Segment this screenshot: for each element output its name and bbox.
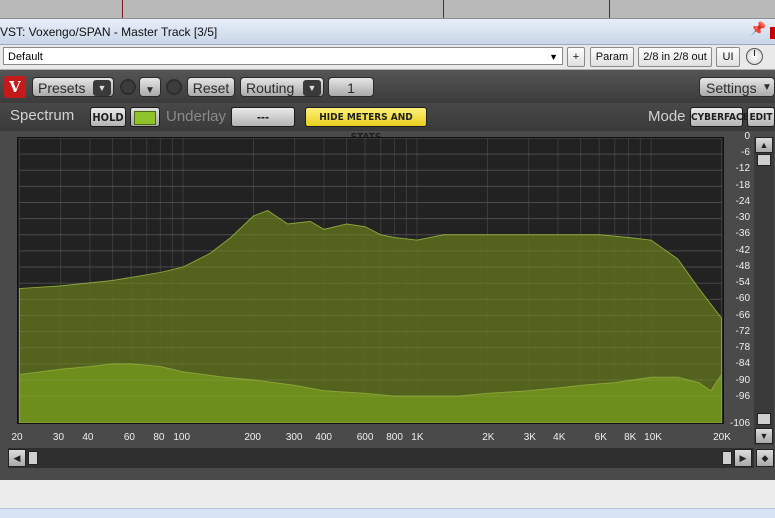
vertical-scrollbar[interactable]: ▲ ▼ <box>754 137 774 445</box>
ui-button[interactable]: UI <box>716 47 740 67</box>
y-tick-label: -106 <box>729 418 750 429</box>
window-titlebar: VST: Voxengo/SPAN - Master Track [3/5] 📌 <box>0 19 775 45</box>
x-tick-label: 20K <box>713 432 731 443</box>
hold-toggle[interactable] <box>130 107 160 127</box>
add-preset-button[interactable]: + <box>567 47 585 67</box>
y-tick-label: -78 <box>735 342 750 354</box>
y-tick-label: -54 <box>735 277 750 289</box>
scroll-down-icon[interactable]: ▼ <box>755 428 773 444</box>
y-tick-label: -84 <box>735 358 750 370</box>
x-tick-label: 300 <box>285 432 303 443</box>
routing-value[interactable]: 1 <box>328 77 374 97</box>
routing-label: Routing <box>246 80 295 96</box>
x-tick-label: 800 <box>386 432 403 443</box>
spectrum-plot[interactable] <box>17 137 724 424</box>
horizontal-scrollbar[interactable]: ◀ ▶ <box>8 448 754 468</box>
underlay-select[interactable]: --- <box>231 107 295 127</box>
y-tick-label: -30 <box>735 212 750 224</box>
x-tick-label: 1K <box>411 432 424 443</box>
x-tick-label: 4K <box>553 432 566 443</box>
spectrum-controls: Spectrum HOLD Underlay --- HIDE METERS A… <box>0 103 775 143</box>
x-tick-label: 600 <box>356 432 374 443</box>
spectrum-label: Spectrum <box>10 107 75 124</box>
presets-label: Presets <box>38 80 86 96</box>
voxengo-logo: V <box>4 76 26 98</box>
redo-icon[interactable] <box>166 79 182 95</box>
preset-select[interactable]: Default ▼ <box>3 47 563 65</box>
x-tick-label: 400 <box>315 432 332 443</box>
underlay-label: Underlay <box>166 108 227 125</box>
host-toolbar: Default ▼ + Param 2/8 in 2/8 out UI <box>0 45 775 70</box>
chevron-down-icon: ▼ <box>93 80 111 96</box>
scroll-up-icon[interactable]: ▲ <box>755 137 773 153</box>
y-tick-label: -48 <box>735 260 750 272</box>
y-tick-label: 0 <box>744 131 750 142</box>
reset-button[interactable]: Reset <box>187 77 235 97</box>
pin-icon[interactable]: 📌 <box>750 21 766 39</box>
scroll-left-icon[interactable]: ◀ <box>8 449 26 467</box>
wet-knob[interactable] <box>746 48 763 65</box>
scroll-thumb[interactable] <box>757 154 771 166</box>
y-tick-label: -18 <box>735 179 750 191</box>
hide-meters-button[interactable]: HIDE METERS AND STATS <box>305 107 427 143</box>
x-tick-label: 2K <box>482 432 495 443</box>
scroll-thumb[interactable] <box>757 413 771 425</box>
routing-button[interactable]: Routing ▼ <box>240 77 324 97</box>
x-tick-label: 40 <box>82 432 94 443</box>
plugin-toolbar: Presets ▼ ▼ Reset Routing ▼ 1 Settings ▼ <box>0 70 775 103</box>
chevron-down-icon: ▼ <box>303 80 321 96</box>
hold-indicator <box>134 111 156 125</box>
settings-label: Settings <box>706 80 757 96</box>
y-tick-label: -36 <box>735 228 750 240</box>
close-icon[interactable] <box>770 27 775 39</box>
mode-label: Mode <box>648 108 686 125</box>
plugin-statusbar <box>0 480 775 508</box>
x-tick-label: 60 <box>123 432 135 443</box>
y-tick-label: -24 <box>735 195 750 207</box>
y-tick-label: -72 <box>735 325 750 337</box>
preset-menu-button[interactable]: ▼ <box>139 77 161 97</box>
scroll-thumb[interactable] <box>722 451 732 465</box>
param-button[interactable]: Param <box>590 47 634 67</box>
zoom-reset-icon[interactable]: ◆ <box>756 449 774 467</box>
mode-select[interactable]: CYBERFACE <box>690 107 749 127</box>
edit-button[interactable]: EDIT <box>747 107 775 127</box>
y-tick-label: -6 <box>741 147 750 159</box>
scroll-thumb[interactable] <box>28 451 38 465</box>
y-tick-label: -60 <box>735 293 750 305</box>
chevron-down-icon: ▼ <box>762 82 772 93</box>
x-tick-label: 6K <box>594 432 607 443</box>
scroll-right-icon[interactable]: ▶ <box>734 449 752 467</box>
y-tick-label: -90 <box>735 374 750 386</box>
x-tick-label: 3K <box>523 432 536 443</box>
x-tick-label: 200 <box>244 432 261 443</box>
x-tick-label: 10K <box>644 432 662 443</box>
host-track-strip <box>0 0 775 19</box>
x-tick-label: 30 <box>52 432 65 443</box>
x-tick-label: 20 <box>11 432 23 443</box>
y-tick-label: -12 <box>735 163 750 175</box>
settings-button[interactable]: Settings ▼ <box>699 77 775 97</box>
preset-value: Default <box>8 51 43 63</box>
io-routing-button[interactable]: 2/8 in 2/8 out <box>638 47 712 67</box>
window-title: VST: Voxengo/SPAN - Master Track [3/5] <box>0 25 218 39</box>
chevron-down-icon: ▼ <box>549 52 558 62</box>
x-tick-label: 80 <box>153 432 165 443</box>
y-tick-label: -96 <box>735 390 750 402</box>
x-tick-label: 100 <box>173 432 191 443</box>
y-tick-label: -42 <box>735 244 750 256</box>
y-tick-label: -66 <box>735 309 750 321</box>
undo-icon[interactable] <box>120 79 136 95</box>
chevron-down-icon: ▼ <box>145 85 155 96</box>
hold-button[interactable]: HOLD <box>90 107 126 127</box>
x-tick-label: 8K <box>624 432 637 443</box>
presets-button[interactable]: Presets ▼ <box>32 77 114 97</box>
